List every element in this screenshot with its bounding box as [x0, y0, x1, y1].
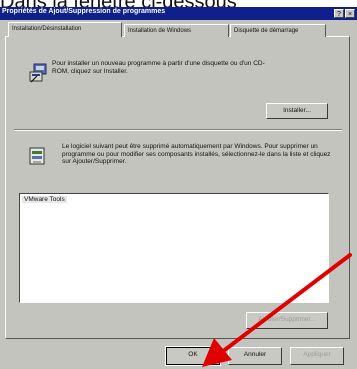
install-icon — [29, 63, 47, 83]
remove-description: Le logiciel suivant peut être supprimé a… — [62, 143, 331, 165]
program-list[interactable]: VMware Tools — [19, 193, 329, 303]
install-button[interactable]: Installer... — [266, 103, 328, 119]
install-description: Pour installer un nouveau programme à pa… — [52, 60, 265, 75]
dialog-title: Propriétés de Ajout/Suppression de progr… — [2, 8, 166, 15]
tab-startup-disk[interactable]: Disquette de démarrage — [230, 24, 326, 37]
title-bar[interactable]: Propriétés de Ajout/Suppression de progr… — [0, 7, 357, 20]
remove-programs-icon — [29, 147, 45, 165]
help-button[interactable]: ? — [334, 9, 344, 18]
close-button[interactable]: × — [345, 9, 355, 18]
apply-button[interactable]: Appliquer — [290, 347, 344, 365]
add-remove-programs-dialog: Propriétés de Ajout/Suppression de progr… — [0, 7, 357, 369]
cancel-button[interactable]: Annuler — [228, 347, 282, 365]
tab-install-uninstall[interactable]: Installation/Désinstallation — [8, 22, 122, 37]
tab-windows-setup[interactable]: Installation de Windows — [124, 24, 229, 37]
list-item[interactable]: VMware Tools — [22, 196, 67, 203]
add-remove-button[interactable]: Ajouter/Supprimer... — [246, 312, 328, 329]
ok-button[interactable]: OK — [165, 346, 221, 366]
section-divider — [14, 129, 342, 131]
